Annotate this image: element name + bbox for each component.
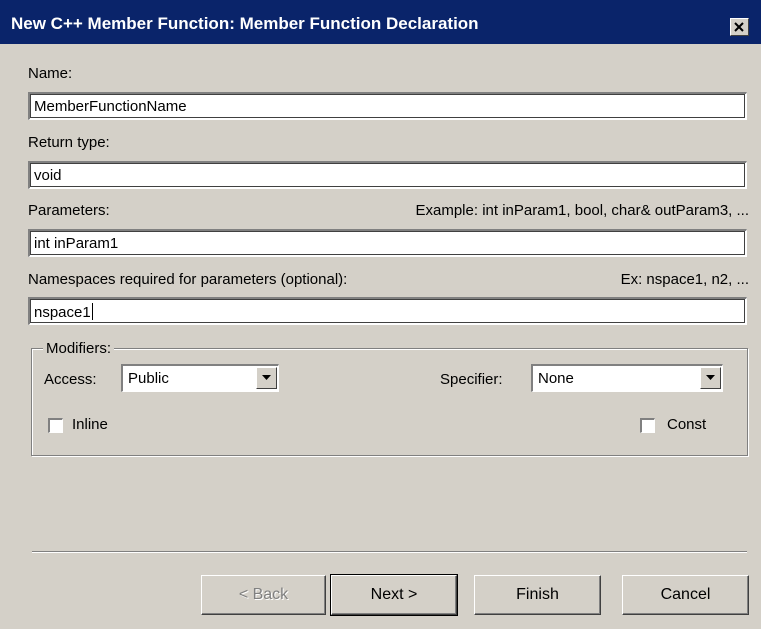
back-button[interactable]: < Back [201,575,326,615]
const-label[interactable]: Const [667,416,706,433]
title-bar: New C++ Member Function: Member Function… [0,0,761,44]
window-title: New C++ Member Function: Member Function… [11,14,479,33]
parameters-input-value: int inParam1 [34,235,119,252]
separator [32,551,747,553]
access-select-value: Public [128,370,169,387]
specifier-dropdown-button[interactable] [700,367,721,389]
namespaces-input-text: nspace1 [34,303,93,321]
close-button[interactable] [730,18,749,36]
parameters-input[interactable]: int inParam1 [28,229,747,257]
specifier-select-value: None [538,370,574,387]
namespaces-label: Namespaces required for parameters (opti… [28,271,348,288]
inline-checkbox[interactable] [48,418,63,433]
access-dropdown-button[interactable] [256,367,277,389]
chevron-down-icon [262,375,271,380]
chevron-down-icon [706,375,715,380]
const-checkbox[interactable] [640,418,655,433]
specifier-label: Specifier: [440,371,503,388]
finish-button[interactable]: Finish [474,575,601,615]
cancel-button[interactable]: Cancel [622,575,749,615]
return-type-input-value: void [34,167,62,184]
specifier-select[interactable]: None [531,364,723,392]
modifiers-title: Modifiers: [43,340,115,357]
text-caret [91,303,93,320]
access-select[interactable]: Public [121,364,279,392]
parameters-label: Parameters: [28,202,110,219]
namespaces-input-value: nspace1 [34,304,91,321]
inline-label[interactable]: Inline [72,416,108,433]
name-label: Name: [28,65,73,82]
namespaces-input[interactable]: nspace1 [28,297,747,325]
namespaces-example: Ex: nspace1, n2, ... [620,271,749,288]
name-input-value: MemberFunctionName [34,98,187,115]
access-label: Access: [44,371,97,388]
close-icon [734,22,744,32]
name-input[interactable]: MemberFunctionName [28,92,747,120]
next-button[interactable]: Next > [330,574,458,616]
return-type-input[interactable]: void [28,161,747,189]
return-type-label: Return type: [28,134,110,151]
parameters-example: Example: int inParam1, bool, char& outPa… [415,202,750,219]
